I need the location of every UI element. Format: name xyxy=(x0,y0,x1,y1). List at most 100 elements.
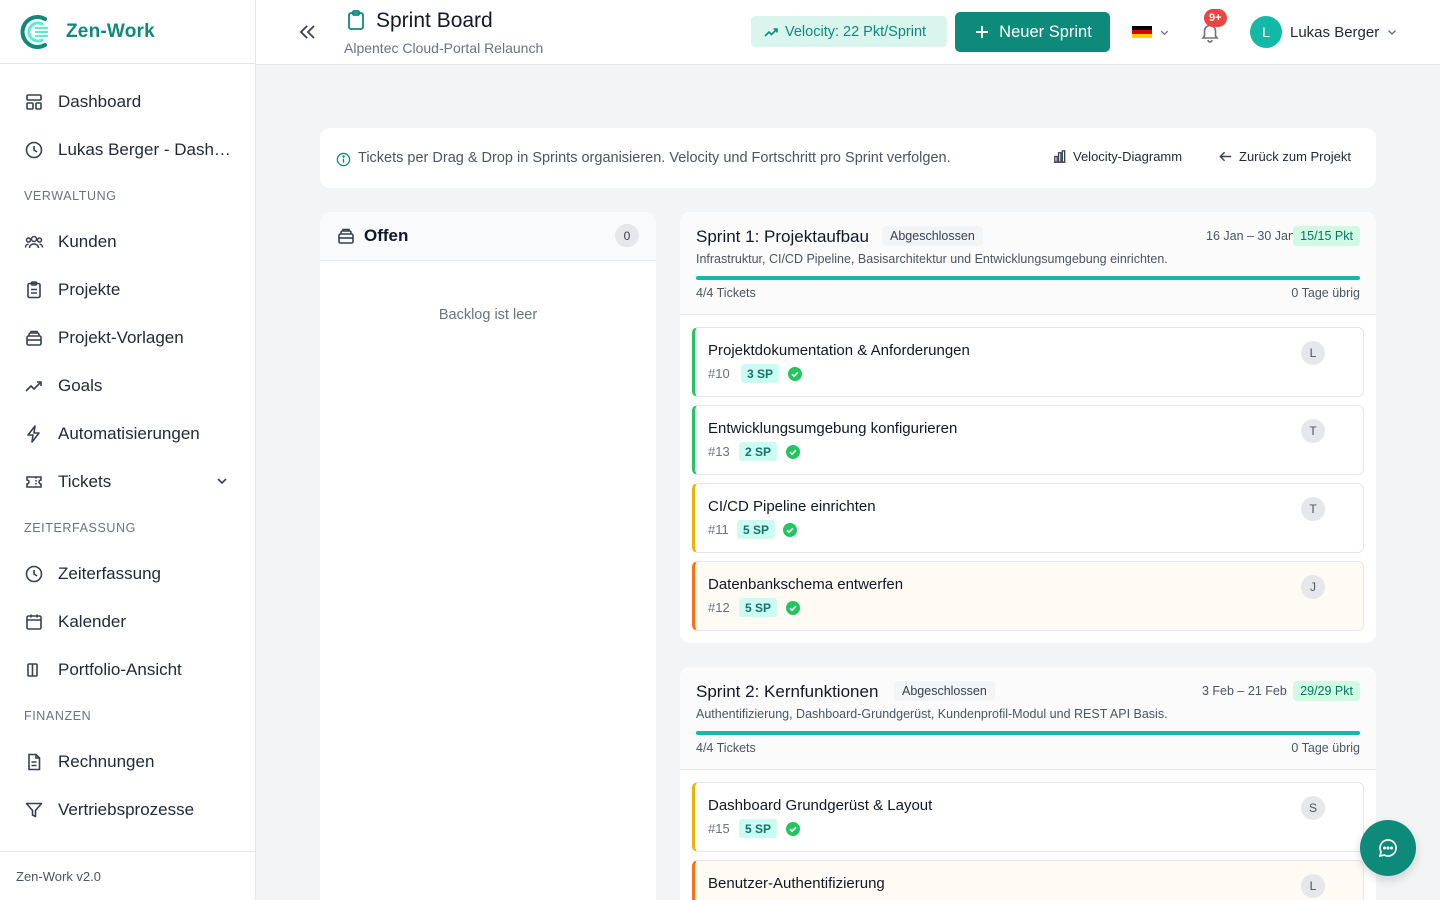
story-points-badge: 5 SP xyxy=(739,598,778,617)
top-header: Sprint Board Alpentec Cloud-Portal Relau… xyxy=(256,0,1440,65)
ticket-card[interactable]: Datenbankschema entwerfen #12 5 SP J xyxy=(692,561,1364,631)
velocity-text: Velocity: 22 Pkt/Sprint xyxy=(785,23,927,40)
sidebar-item-label: Zeiterfassung xyxy=(58,564,161,583)
chevron-down-icon[interactable] xyxy=(1159,27,1170,38)
sidebar-item-dashboard[interactable]: Dashboard xyxy=(0,78,255,126)
ticket-card[interactable]: Benutzer-Authentifizierung L xyxy=(692,860,1364,900)
german-flag-icon[interactable] xyxy=(1132,26,1152,38)
ticket-id: #15 xyxy=(708,821,730,836)
sidebar-item-kunden[interactable]: Kunden xyxy=(0,218,255,266)
app-version: Zen-Work v2.0 xyxy=(0,851,255,900)
sidebar-item-goals[interactable]: Goals xyxy=(0,362,255,410)
page-title: Sprint Board xyxy=(376,9,493,32)
sidebar-item-label: Tickets xyxy=(58,472,112,491)
backlog-empty-text: Backlog ist leer xyxy=(438,307,538,323)
ticket-card[interactable]: Dashboard Grundgerüst & Layout #15 5 SP … xyxy=(692,782,1364,852)
sprint-header: Sprint 1: Projektaufbau Abgeschlossen 16… xyxy=(680,212,1376,315)
chat-button[interactable] xyxy=(1360,820,1416,876)
app-logo[interactable]: Zen-Work xyxy=(0,0,255,64)
sidebar-item-label: Vertriebsprozesse xyxy=(58,800,195,819)
sidebar-item-tickets[interactable]: Tickets xyxy=(0,458,255,506)
chevron-down-icon[interactable] xyxy=(1386,26,1398,38)
clipboard-icon xyxy=(348,10,364,30)
ticket-id: #11 xyxy=(708,522,729,537)
sprint-panel[interactable]: Sprint 2: Kernfunktionen Abgeschlossen 3… xyxy=(680,667,1376,900)
velocity-chart-link[interactable]: Velocity-Diagramm xyxy=(1052,149,1182,164)
sprint-name: Sprint 1: Projektaufbau xyxy=(696,227,869,246)
ticket-title: Dashboard Grundgerüst & Layout xyxy=(708,797,933,814)
bar-chart-icon xyxy=(1053,150,1066,163)
filter-icon xyxy=(25,802,43,818)
sprint-description: Infrastruktur, CI/CD Pipeline, Basisarch… xyxy=(696,252,1168,266)
notification-count-badge: 9+ xyxy=(1204,9,1227,27)
collapse-sidebar-icon[interactable] xyxy=(296,21,318,43)
sidebar-item-rechnungen[interactable]: Rechnungen xyxy=(0,738,255,786)
sidebar-item-vertriebsprozesse[interactable]: Vertriebsprozesse xyxy=(0,786,255,834)
sprint-progress-bar xyxy=(696,731,1360,735)
sidebar-item-user-dashboard[interactable]: Lukas Berger - Dashboard xyxy=(0,126,255,174)
sidebar-item-label: Lukas Berger - Dashboard xyxy=(58,140,233,159)
sidebar-item-label: Kalender xyxy=(58,612,127,631)
sidebar-item-label: Projekt-Vorlagen xyxy=(58,328,184,347)
chevron-down-icon[interactable] xyxy=(215,474,229,488)
sidebar-item-label: Projekte xyxy=(58,280,121,299)
arrow-left-icon xyxy=(1219,151,1232,162)
backlog-column[interactable]: Offen 0 Backlog ist leer xyxy=(320,212,656,900)
ticket-title: CI/CD Pipeline einrichten xyxy=(708,498,876,515)
backlog-header: Offen 0 xyxy=(320,212,656,261)
clock-icon xyxy=(25,565,43,583)
back-to-project-label: Zurück zum Projekt xyxy=(1239,149,1351,164)
sprint-tickets-count: 4/4 Tickets xyxy=(696,741,756,755)
sprint-points-badge: 29/29 Pkt xyxy=(1293,681,1360,701)
sidebar-item-projekt-vorlagen[interactable]: Projekt-Vorlagen xyxy=(0,314,255,362)
sidebar-item-zeiterfassung[interactable]: Zeiterfassung xyxy=(0,550,255,598)
app-name: Zen-Work xyxy=(66,20,155,42)
plus-icon xyxy=(976,26,989,38)
assignee-avatar: T xyxy=(1301,497,1325,521)
assignee-avatar: J xyxy=(1301,575,1325,599)
back-to-project-link[interactable]: Zurück zum Projekt xyxy=(1218,149,1351,164)
ticket-icon xyxy=(26,476,42,488)
page-subtitle: Alpentec Cloud-Portal Relaunch xyxy=(344,40,544,56)
user-avatar[interactable]: L xyxy=(1250,16,1282,48)
sidebar-item-automatisierungen[interactable]: Automatisierungen xyxy=(0,410,255,458)
sidebar-item-projekte[interactable]: Projekte xyxy=(0,266,255,314)
backlog-count-badge: 0 xyxy=(615,224,639,247)
bolt-icon xyxy=(27,425,40,443)
ticket-card[interactable]: CI/CD Pipeline einrichten #11 5 SP T xyxy=(692,483,1364,553)
ticket-id: #10 xyxy=(708,366,730,381)
sidebar-item-portfolio[interactable]: Portfolio-Ansicht xyxy=(0,646,255,694)
check-circle-icon xyxy=(783,523,797,537)
sprint-header: Sprint 2: Kernfunktionen Abgeschlossen 3… xyxy=(680,667,1376,770)
new-sprint-button[interactable]: Neuer Sprint xyxy=(955,12,1110,52)
sidebar-item-label: Automatisierungen xyxy=(58,424,200,443)
assignee-avatar: T xyxy=(1301,419,1325,443)
trend-icon xyxy=(764,27,778,37)
section-zeiterfassung: ZEITERFASSUNG xyxy=(24,521,136,535)
sprint-points-badge: 15/15 Pkt xyxy=(1293,226,1360,246)
ticket-id: #13 xyxy=(708,444,730,459)
sprint-dates: 3 Feb – 21 Feb xyxy=(1202,684,1287,698)
assignee-avatar: L xyxy=(1301,874,1325,898)
check-circle-icon xyxy=(788,367,802,381)
sidebar-item-kalender[interactable]: Kalender xyxy=(0,598,255,646)
sprint-days-left: 0 Tage übrig xyxy=(1291,741,1360,755)
sprint-panel[interactable]: Sprint 1: Projektaufbau Abgeschlossen 16… xyxy=(680,212,1376,643)
user-name[interactable]: Lukas Berger xyxy=(1290,24,1379,41)
ticket-id: #12 xyxy=(708,600,730,615)
sprint-dates: 16 Jan – 30 Jan xyxy=(1206,229,1295,243)
calendar-icon xyxy=(26,614,42,630)
sidebar-item-label: Rechnungen xyxy=(58,752,155,771)
velocity-badge: Velocity: 22 Pkt/Sprint xyxy=(751,16,947,47)
sprint-status-badge: Abgeschlossen xyxy=(894,681,995,701)
ticket-title: Entwicklungsumgebung konfigurieren xyxy=(708,420,958,437)
assignee-avatar: S xyxy=(1301,796,1325,820)
trend-icon xyxy=(25,381,42,392)
info-bar: Tickets per Drag & Drop in Sprints organ… xyxy=(320,128,1376,188)
check-circle-icon xyxy=(786,445,800,459)
sidebar-item-label: Kunden xyxy=(58,232,117,251)
ticket-card[interactable]: Entwicklungsumgebung konfigurieren #13 2… xyxy=(692,405,1364,475)
clipboard-icon xyxy=(27,281,41,299)
ticket-card[interactable]: Projektdokumentation & Anforderungen #10… xyxy=(692,327,1364,397)
ticket-title: Datenbankschema entwerfen xyxy=(708,576,904,593)
